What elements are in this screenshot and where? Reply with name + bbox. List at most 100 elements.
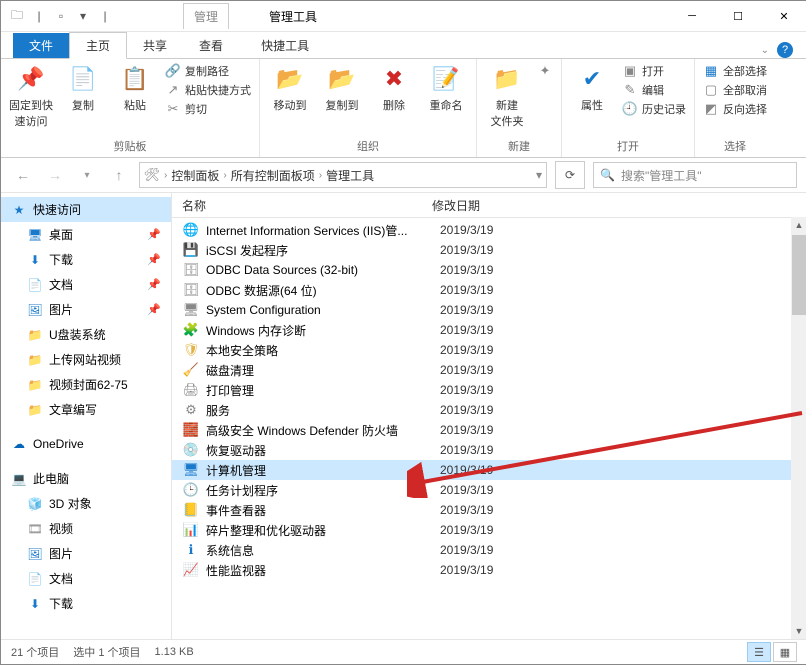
paste-button[interactable]: 📋 粘贴 <box>113 63 157 113</box>
maximize-button[interactable]: ☐ <box>715 1 761 31</box>
tab-view[interactable]: 查看 <box>183 33 239 58</box>
list-item[interactable]: 🕒任务计划程序2019/3/19 <box>172 480 806 500</box>
label: 桌面 <box>49 226 73 243</box>
details-view-button[interactable]: ☰ <box>747 642 771 662</box>
item-date: 2019/3/19 <box>440 563 550 577</box>
breadcrumb-bar[interactable]: 🛠 › 控制面板› 所有控制面板项› 管理工具 ▾ <box>139 162 547 188</box>
list-item[interactable]: 🖥System Configuration2019/3/19 <box>172 300 806 320</box>
breadcrumb-segment[interactable]: 所有控制面板项 <box>231 167 315 184</box>
item-icon: 🕒 <box>182 481 200 499</box>
nav-videos[interactable]: 🎞视频 <box>1 516 171 541</box>
paste-shortcut-button[interactable]: ↗粘贴快捷方式 <box>165 82 251 98</box>
contextual-tab-manage[interactable]: 管理 <box>183 3 229 29</box>
list-item[interactable]: ⚙服务2019/3/19 <box>172 400 806 420</box>
document-icon[interactable]: ▫ <box>53 8 69 24</box>
chevron-right-icon[interactable]: › <box>319 170 322 181</box>
select-none-button[interactable]: ▢全部取消 <box>703 82 767 98</box>
nav-downloads[interactable]: ⬇下载📌 <box>1 247 171 272</box>
search-input[interactable]: 🔍 搜索"管理工具" <box>593 162 797 188</box>
scroll-up-icon[interactable]: ▲ <box>791 217 806 233</box>
nav-desktop[interactable]: 🖥桌面📌 <box>1 222 171 247</box>
nav-documents[interactable]: 📄文档📌 <box>1 272 171 297</box>
scrollbar[interactable]: ▲ ▼ <box>791 217 806 639</box>
recent-locations-button[interactable]: ▾ <box>75 163 99 187</box>
copy-button[interactable]: 📄 复制 <box>61 63 105 113</box>
edit-button[interactable]: ✎编辑 <box>622 82 686 98</box>
new-folder-button[interactable]: 📁 新建 文件夹 <box>485 63 529 129</box>
copy-path-button[interactable]: 🔗复制路径 <box>165 63 251 79</box>
list-item[interactable]: 🖥计算机管理2019/3/19 <box>172 460 806 480</box>
copy-to-button[interactable]: 📂 复制到 <box>320 63 364 113</box>
breadcrumb-segment[interactable]: 管理工具 <box>326 167 374 184</box>
tab-share[interactable]: 共享 <box>127 33 183 58</box>
item-icon: 📈 <box>182 561 200 579</box>
dropdown-icon[interactable]: ▾ <box>75 8 91 24</box>
collapse-ribbon-icon[interactable]: ⌄ <box>761 45 769 56</box>
list-item[interactable]: 💿恢复驱动器2019/3/19 <box>172 440 806 460</box>
scroll-down-icon[interactable]: ▼ <box>791 623 806 639</box>
list-item[interactable]: 🧹磁盘清理2019/3/19 <box>172 360 806 380</box>
list-item[interactable]: 🗄ODBC 数据源(64 位)2019/3/19 <box>172 280 806 300</box>
nav-upload-video[interactable]: 📁上传网站视频 <box>1 347 171 372</box>
list-item[interactable]: 🛡本地安全策略2019/3/19 <box>172 340 806 360</box>
nav-pictures[interactable]: 🖼图片📌 <box>1 297 171 322</box>
open-button[interactable]: ▣打开 <box>622 63 686 79</box>
list-item[interactable]: 🧱高级安全 Windows Defender 防火墙2019/3/19 <box>172 420 806 440</box>
list-item[interactable]: 🧩Windows 内存诊断2019/3/19 <box>172 320 806 340</box>
close-button[interactable]: ✕ <box>761 1 806 31</box>
nav-3d-objects[interactable]: 🧊3D 对象 <box>1 491 171 516</box>
chevron-right-icon[interactable]: › <box>164 170 167 181</box>
move-to-button[interactable]: 📂 移动到 <box>268 63 312 113</box>
file-list[interactable]: 🌐Internet Information Services (IIS)管...… <box>172 218 806 639</box>
list-item[interactable]: ℹ系统信息2019/3/19 <box>172 540 806 560</box>
scroll-thumb[interactable] <box>792 235 806 315</box>
delete-button[interactable]: ✖ 删除 <box>372 63 416 113</box>
column-name[interactable]: 名称 <box>182 197 432 214</box>
list-item[interactable]: 🗄ODBC Data Sources (32-bit)2019/3/19 <box>172 260 806 280</box>
nav-this-pc[interactable]: 💻此电脑 <box>1 466 171 491</box>
nav-downloads2[interactable]: ⬇下载 <box>1 591 171 616</box>
new-item-button[interactable]: ✦ <box>537 63 553 79</box>
tab-quick-tools[interactable]: 快捷工具 <box>245 33 325 58</box>
nav-article-edit[interactable]: 📁文章编写 <box>1 397 171 422</box>
icons-view-button[interactable]: ▦ <box>773 642 797 662</box>
list-item[interactable]: 💾iSCSI 发起程序2019/3/19 <box>172 240 806 260</box>
list-item[interactable]: 📊碎片整理和优化驱动器2019/3/19 <box>172 520 806 540</box>
ribbon: 📌 固定到快 速访问 📄 复制 📋 粘贴 🔗复制路径 ↗粘贴快捷方式 ✂剪切 剪 <box>1 59 806 158</box>
item-icon: 🗄 <box>182 281 200 299</box>
cut-button[interactable]: ✂剪切 <box>165 101 251 117</box>
invert-selection-button[interactable]: ◩反向选择 <box>703 101 767 117</box>
properties-button[interactable]: ✔ 属性 <box>570 63 614 113</box>
list-item[interactable]: 🖨打印管理2019/3/19 <box>172 380 806 400</box>
rename-button[interactable]: 📝 重命名 <box>424 63 468 113</box>
back-button[interactable]: ← <box>11 163 35 187</box>
minimize-button[interactable]: ─ <box>669 1 715 31</box>
nav-pictures2[interactable]: 🖼图片 <box>1 541 171 566</box>
item-icon: 🗄 <box>182 261 200 279</box>
refresh-button[interactable]: ⟳ <box>555 161 585 189</box>
up-button[interactable]: ↑ <box>107 163 131 187</box>
breadcrumb-segment[interactable]: 控制面板 <box>171 167 219 184</box>
nav-onedrive[interactable]: ☁OneDrive <box>1 432 171 456</box>
chevron-right-icon[interactable]: › <box>223 170 226 181</box>
copy-icon: 📄 <box>67 63 99 95</box>
dropdown-icon[interactable]: ▾ <box>536 168 542 182</box>
column-date[interactable]: 修改日期 <box>432 197 542 214</box>
list-item[interactable]: 🌐Internet Information Services (IIS)管...… <box>172 220 806 240</box>
select-all-button[interactable]: ▦全部选择 <box>703 63 767 79</box>
tab-file[interactable]: 文件 <box>13 33 69 58</box>
nav-video-cover[interactable]: 📁视频封面62‑75 <box>1 372 171 397</box>
nav-quick-access[interactable]: ★快速访问 <box>1 197 171 222</box>
nav-documents2[interactable]: 📄文档 <box>1 566 171 591</box>
ribbon-help: ⌄ ? <box>761 42 806 58</box>
tab-home[interactable]: 主页 <box>69 32 127 59</box>
nav-u-install[interactable]: 📁U盘装系统 <box>1 322 171 347</box>
forward-button[interactable]: → <box>43 163 67 187</box>
pin-quick-access-button[interactable]: 📌 固定到快 速访问 <box>9 63 53 129</box>
pin-icon: 📌 <box>147 253 161 266</box>
help-icon[interactable]: ? <box>777 42 793 58</box>
list-item[interactable]: 📒事件查看器2019/3/19 <box>172 500 806 520</box>
history-button[interactable]: 🕘历史记录 <box>622 101 686 117</box>
overflow-icon[interactable]: | <box>97 8 113 24</box>
list-item[interactable]: 📈性能监视器2019/3/19 <box>172 560 806 580</box>
